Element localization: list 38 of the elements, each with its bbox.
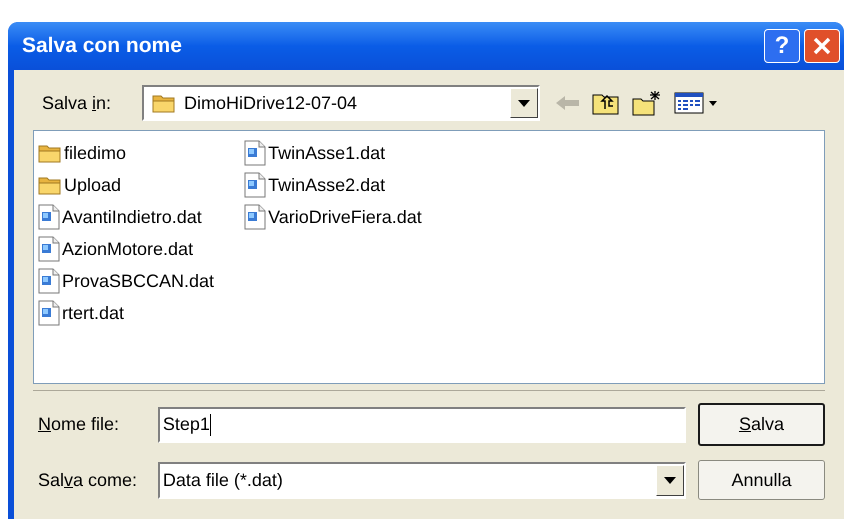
dialog-button[interactable]: Annulla (698, 460, 825, 500)
file-icon (244, 140, 266, 166)
dialog-button[interactable]: Salva (698, 403, 825, 446)
folder-name[interactable]: Upload (64, 172, 122, 198)
file-list[interactable]: filedimo Upload AvantiIndietro.dat AzionMotore.dat ProvaSBCCAN.dat rtert.dat TwinAsse1.dat TwinAsse2.dat VarioDriveFiera.dat (33, 130, 825, 384)
file-name[interactable]: AzionMotore.dat (62, 236, 194, 262)
folder-icon (38, 143, 62, 163)
file-name-field[interactable]: Step1 (158, 406, 686, 442)
file-icon (38, 236, 60, 262)
file-icon (38, 268, 60, 294)
file-name[interactable]: AvantiIndietro.dat (62, 204, 202, 230)
location-dropdown[interactable]: DimoHiDrive12-07-04 (142, 85, 540, 121)
file-icon (244, 172, 266, 198)
file-name[interactable]: ProvaSBCCAN.dat (62, 268, 214, 294)
file-type-dropdown[interactable]: Data file (*.dat) (158, 462, 686, 498)
caret-icon[interactable] (510, 88, 538, 118)
location-text: DimoHiDrive12-07-04 (184, 92, 358, 114)
file-name[interactable]: TwinAsse2.dat (268, 172, 386, 198)
file-icon (244, 204, 266, 230)
file-name[interactable]: TwinAsse1.dat (268, 140, 386, 166)
folder-icon (152, 93, 176, 113)
file-name[interactable]: VarioDriveFiera.dat (268, 204, 422, 230)
file-name[interactable]: rtert.dat (62, 300, 124, 326)
close-icon (812, 36, 832, 56)
view-menu-button[interactable] (674, 91, 720, 115)
save-in-label: Salva in: (42, 92, 112, 114)
file-type-text: Data file (*.dat) (162, 468, 284, 492)
folder-icon (38, 175, 62, 195)
close-button[interactable] (804, 29, 840, 63)
file-name-label: Nome file: (38, 413, 120, 436)
save-as-type-label: Salva come: (38, 468, 138, 492)
file-icon (38, 204, 60, 230)
new-folder-button[interactable] (632, 90, 662, 116)
help-button[interactable]: ? (764, 29, 800, 63)
window-title: Salva con nome (22, 33, 183, 60)
caret-icon[interactable] (656, 464, 684, 496)
folder-name[interactable]: filedimo (64, 140, 126, 166)
file-icon (38, 300, 60, 326)
